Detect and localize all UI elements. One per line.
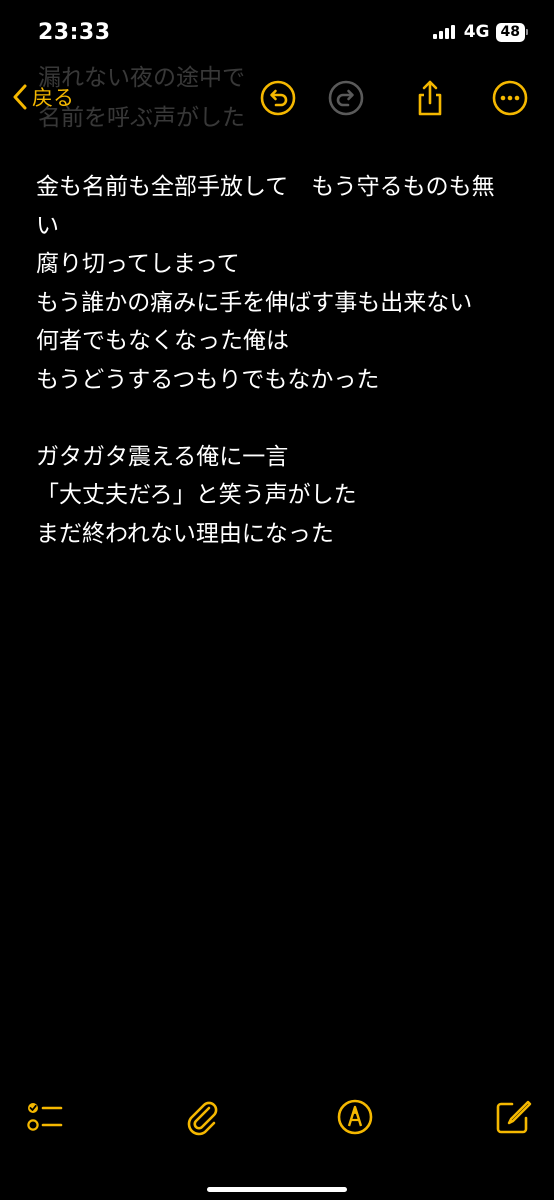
undo-button[interactable] (258, 78, 298, 118)
battery-level: 48 (495, 22, 525, 42)
note-blank-line (36, 399, 524, 438)
note-line: ガタガタ震える俺に一言 (36, 443, 289, 470)
more-icon (492, 80, 528, 116)
note-line: まだ終われない理由になった (36, 520, 334, 547)
note-line: 腐り切ってしまって (36, 251, 240, 277)
compose-button[interactable] (492, 1096, 534, 1138)
note-content[interactable]: 金も名前も全部手放して もう守るものも無い腐り切ってしまってもう誰かの痛みに手を… (36, 168, 524, 553)
note-line: 何者でもなくなった俺は (36, 328, 289, 354)
bottom-toolbar (0, 1096, 554, 1146)
share-button[interactable] (410, 78, 450, 118)
share-icon (418, 80, 442, 116)
battery-icon: 48 (495, 22, 528, 42)
redo-icon (328, 80, 364, 116)
note-line: もうどうするつもりでもなかった (36, 366, 380, 393)
markup-button[interactable] (334, 1096, 376, 1138)
note-line: もう誰かの痛みに手を伸ばす事も出来ない (36, 289, 473, 316)
cellular-signal-icon (432, 25, 455, 39)
checklist-icon (27, 1103, 63, 1131)
nav-bar: 戻る (0, 72, 554, 126)
checklist-button[interactable] (24, 1096, 66, 1138)
markup-pen-icon (337, 1099, 373, 1135)
more-button[interactable] (490, 78, 530, 118)
back-button-label: 戻る (32, 86, 74, 110)
attachment-button[interactable] (182, 1096, 224, 1138)
compose-icon (496, 1100, 532, 1134)
back-button[interactable]: 戻る (12, 82, 74, 112)
redo-button[interactable] (326, 78, 366, 118)
network-type: 4G (463, 22, 490, 42)
status-bar: 23:33 4G 48 (0, 0, 554, 62)
status-indicators: 4G 48 (432, 22, 528, 42)
note-line: い (36, 212, 59, 239)
home-indicator[interactable] (207, 1187, 347, 1192)
paperclip-icon (187, 1101, 218, 1136)
note-line: 「大丈夫だろ」と笑う声がした (36, 482, 357, 508)
undo-icon (260, 80, 296, 116)
status-time: 23:33 (38, 20, 111, 45)
note-line: 金も名前も全部手放して もう守るものも無 (36, 174, 495, 200)
chevron-left-icon (13, 84, 27, 110)
